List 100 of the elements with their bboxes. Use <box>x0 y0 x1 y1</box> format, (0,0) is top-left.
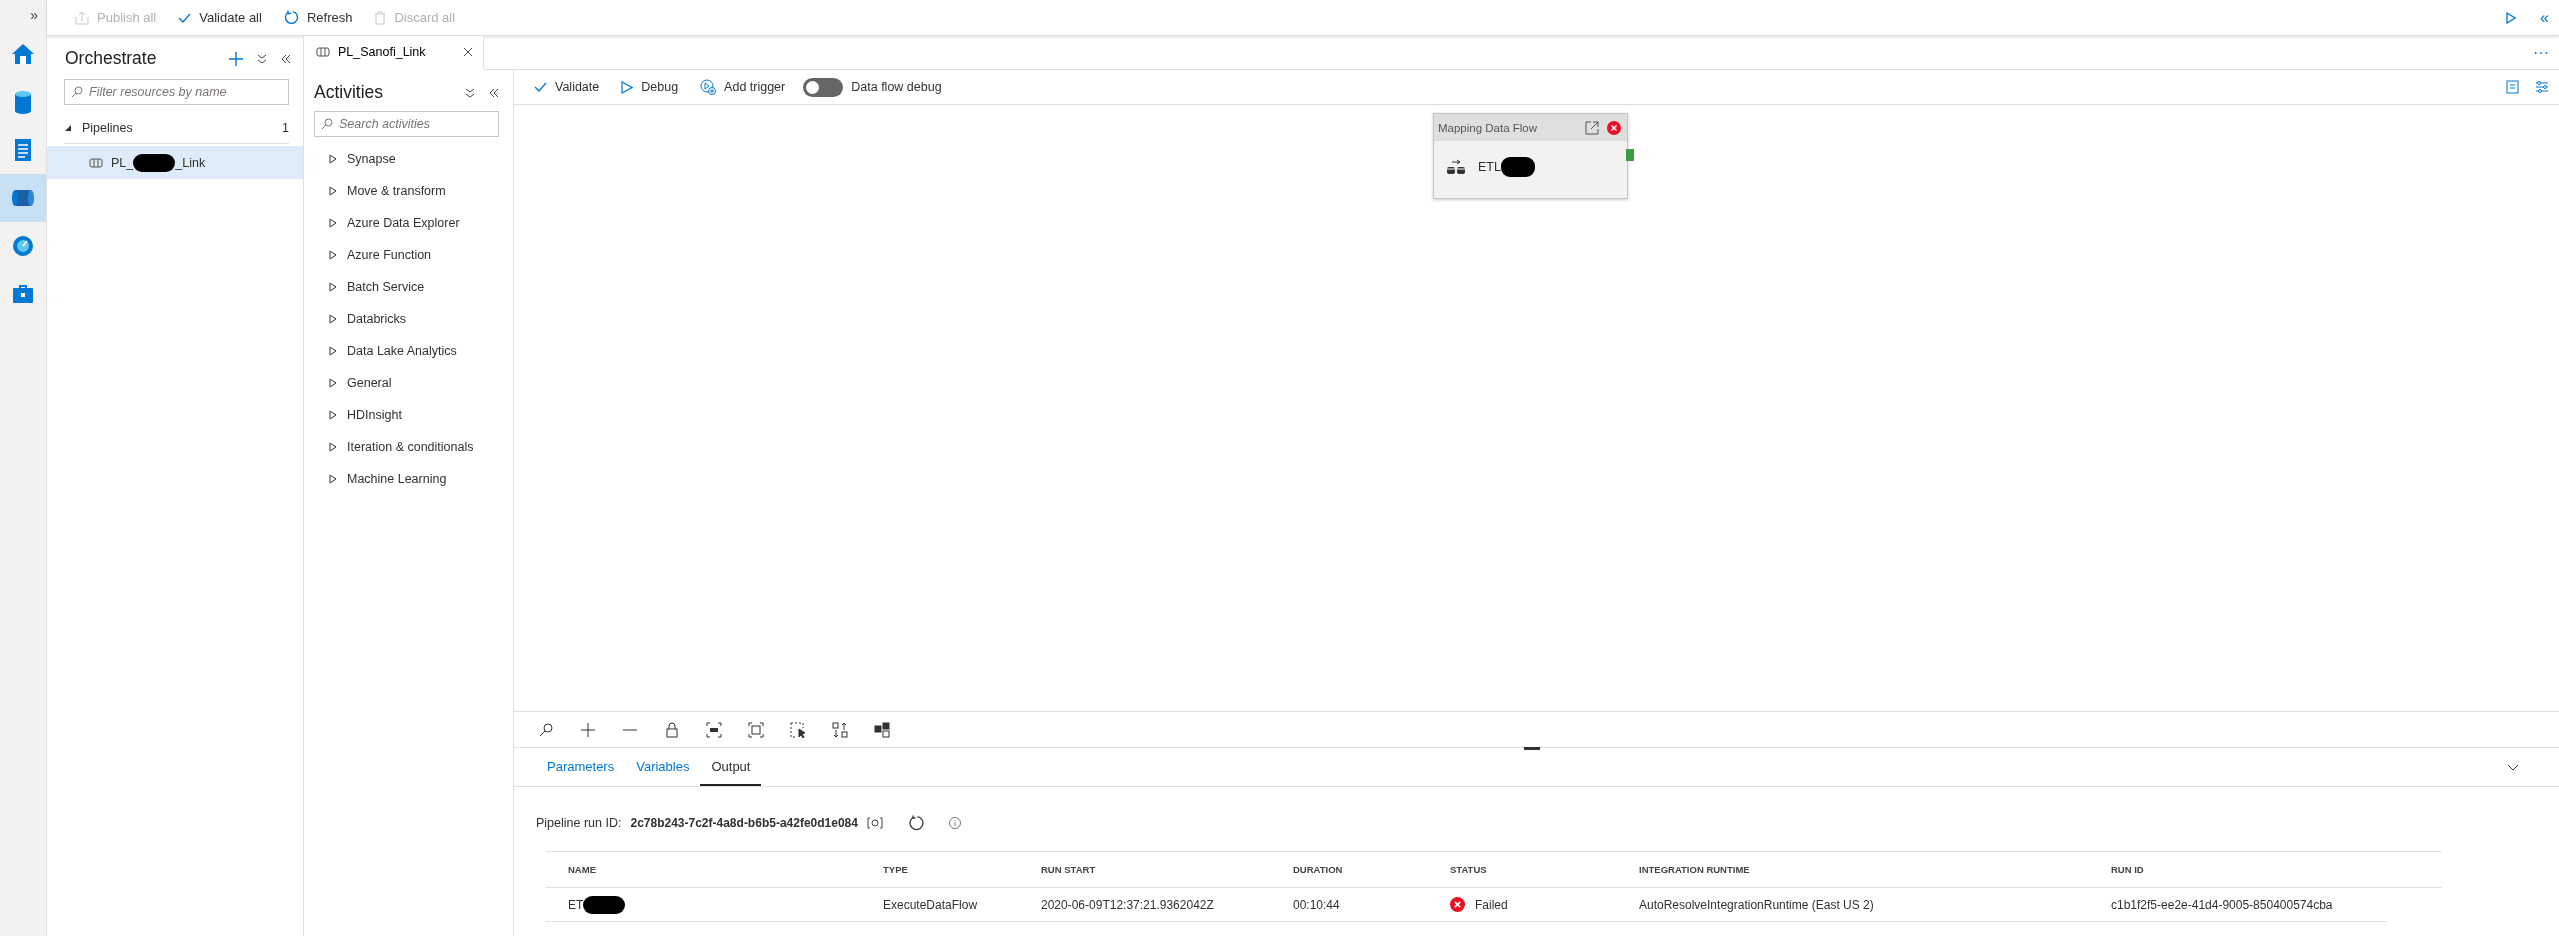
fit-icon[interactable] <box>748 721 764 738</box>
pipeline-icon <box>89 157 103 168</box>
activity-group[interactable]: Azure Function <box>347 248 432 262</box>
copy-icon[interactable] <box>866 817 883 829</box>
panel-tab[interactable]: Parameters <box>536 748 626 786</box>
document-icon <box>14 138 32 162</box>
collapse-panel-icon[interactable] <box>489 87 499 98</box>
activity-group[interactable]: Machine Learning <box>347 472 447 486</box>
properties-icon[interactable] <box>2535 80 2549 94</box>
expand-triangle-icon[interactable] <box>329 378 337 388</box>
nav-item[interactable] <box>0 174 46 222</box>
table-cell: ET <box>568 897 584 912</box>
column-header[interactable]: STATUS <box>1450 864 1639 875</box>
check-icon <box>534 82 547 92</box>
column-header[interactable]: RUN START <box>1041 864 1293 875</box>
column-header[interactable]: RUN ID <box>2111 864 2442 875</box>
activity-node[interactable]: Mapping Data Flow ETL <box>1433 113 1628 199</box>
item-count: 1 <box>282 121 289 135</box>
column-header[interactable]: NAME <box>568 864 883 875</box>
activity-group[interactable]: Data Lake Analytics <box>347 344 457 358</box>
column-header[interactable]: TYPE <box>883 864 1041 875</box>
table-cell-text: c1b1f2f5-ee2e-41d4-9005-850400574cba <box>2111 897 2334 912</box>
database-icon <box>14 90 32 114</box>
search-icon <box>71 86 83 98</box>
collapse-glyph[interactable]: « <box>2530 8 2559 27</box>
open-external-icon[interactable] <box>1585 120 1599 135</box>
search-icon <box>321 118 333 130</box>
activity-group[interactable]: Move & transform <box>347 184 446 198</box>
expand-triangle-icon[interactable] <box>329 250 337 260</box>
select-icon[interactable] <box>790 721 806 738</box>
activity-group[interactable]: HDInsight <box>347 408 402 422</box>
expand-triangle-icon[interactable] <box>329 218 337 228</box>
pipeline-icon <box>316 47 330 57</box>
search-icon[interactable] <box>538 721 554 738</box>
panel-title: Activities <box>314 82 385 103</box>
search-field[interactable]: Filter resources by name <box>64 79 289 105</box>
info-icon[interactable] <box>948 817 961 829</box>
expand-triangle-icon[interactable] <box>329 314 337 324</box>
data-flow-icon <box>1446 159 1466 175</box>
panel-tab[interactable]: Output <box>700 748 762 786</box>
plus-icon[interactable] <box>580 721 596 738</box>
expand-triangle-icon[interactable] <box>64 124 72 132</box>
activity-group[interactable]: Databricks <box>347 312 407 326</box>
expand-triangle-icon[interactable] <box>329 474 337 484</box>
section-label[interactable]: Pipelines <box>82 121 273 135</box>
error-icon[interactable] <box>1607 120 1621 135</box>
toolbar-button[interactable]: Validate <box>530 73 604 101</box>
panel-tab[interactable]: Variables <box>625 748 701 786</box>
add-icon[interactable] <box>229 51 243 66</box>
gauge-icon <box>12 235 34 257</box>
activity-group[interactable]: Azure Data Explorer <box>347 216 460 230</box>
collapse-all-icon[interactable] <box>257 53 267 64</box>
collapse-panel-icon[interactable] <box>281 53 291 64</box>
search-field[interactable]: Search activities <box>314 111 499 137</box>
zoom-reset-icon[interactable] <box>706 721 722 738</box>
toggle-label: Data flow debug <box>851 80 942 94</box>
run-id-label: Pipeline run ID: <box>536 816 622 830</box>
activity-group[interactable]: General <box>347 376 392 390</box>
expand-triangle-icon[interactable] <box>329 282 337 292</box>
expand-triangle-icon[interactable] <box>329 410 337 420</box>
play-icon <box>621 80 634 94</box>
table-cell-text: 00:10:44 <box>1293 897 1341 912</box>
pipeline-name: _Link <box>175 155 206 170</box>
lock-icon[interactable] <box>664 721 680 738</box>
toolbox-icon <box>12 284 34 304</box>
activity-type: Mapping Data Flow <box>1438 121 1539 134</box>
layout-icon[interactable] <box>874 721 890 738</box>
toolbar-button[interactable]: Debug <box>617 73 683 101</box>
trigger-icon <box>700 79 717 95</box>
expand-glyph[interactable]: » <box>30 7 38 23</box>
toggle-switch[interactable] <box>803 77 844 97</box>
activity-group[interactable]: Iteration & conditionals <box>347 440 474 454</box>
close-icon[interactable] <box>463 47 473 57</box>
check-icon <box>178 12 192 23</box>
editor-tab[interactable]: PL_Sanofi_Link <box>304 36 484 70</box>
resize-handle[interactable] <box>1524 747 1540 750</box>
expand-triangle-icon[interactable] <box>329 346 337 356</box>
play-icon[interactable] <box>2506 11 2517 24</box>
more-glyph[interactable]: ··· <box>2523 43 2559 62</box>
refresh-icon[interactable] <box>907 815 924 831</box>
expand-triangle-icon[interactable] <box>329 186 337 196</box>
activity-group[interactable]: Batch Service <box>347 280 425 294</box>
toolbar-button[interactable]: Add trigger <box>696 73 790 101</box>
toolbar-button[interactable]: Refresh <box>279 3 357 32</box>
upload-icon <box>75 10 89 25</box>
expand-triangle-icon[interactable] <box>329 154 337 164</box>
pipeline-icon <box>11 187 35 209</box>
table-cell-text: 2020-06-09T12:37:21.9362042Z <box>1041 897 1215 912</box>
collapse-all-icon[interactable] <box>465 87 475 98</box>
trash-icon <box>374 10 387 25</box>
run-id-value: 2c78b243-7c2f-4a8d-b6b5-a42fe0d1e084 <box>630 816 858 830</box>
chevron-icon[interactable] <box>2507 763 2519 771</box>
refresh-icon <box>283 10 299 25</box>
expand-triangle-icon[interactable] <box>329 442 337 452</box>
table-cell-text: ExecuteDataFlow <box>883 897 979 912</box>
toolbar-button[interactable]: Validate all <box>174 3 266 32</box>
column-header[interactable]: DURATION <box>1293 864 1450 875</box>
column-header[interactable]: INTEGRATION RUNTIME <box>1639 864 2111 875</box>
activity-group[interactable]: Synapse <box>347 152 396 166</box>
align-icon[interactable] <box>832 721 848 738</box>
